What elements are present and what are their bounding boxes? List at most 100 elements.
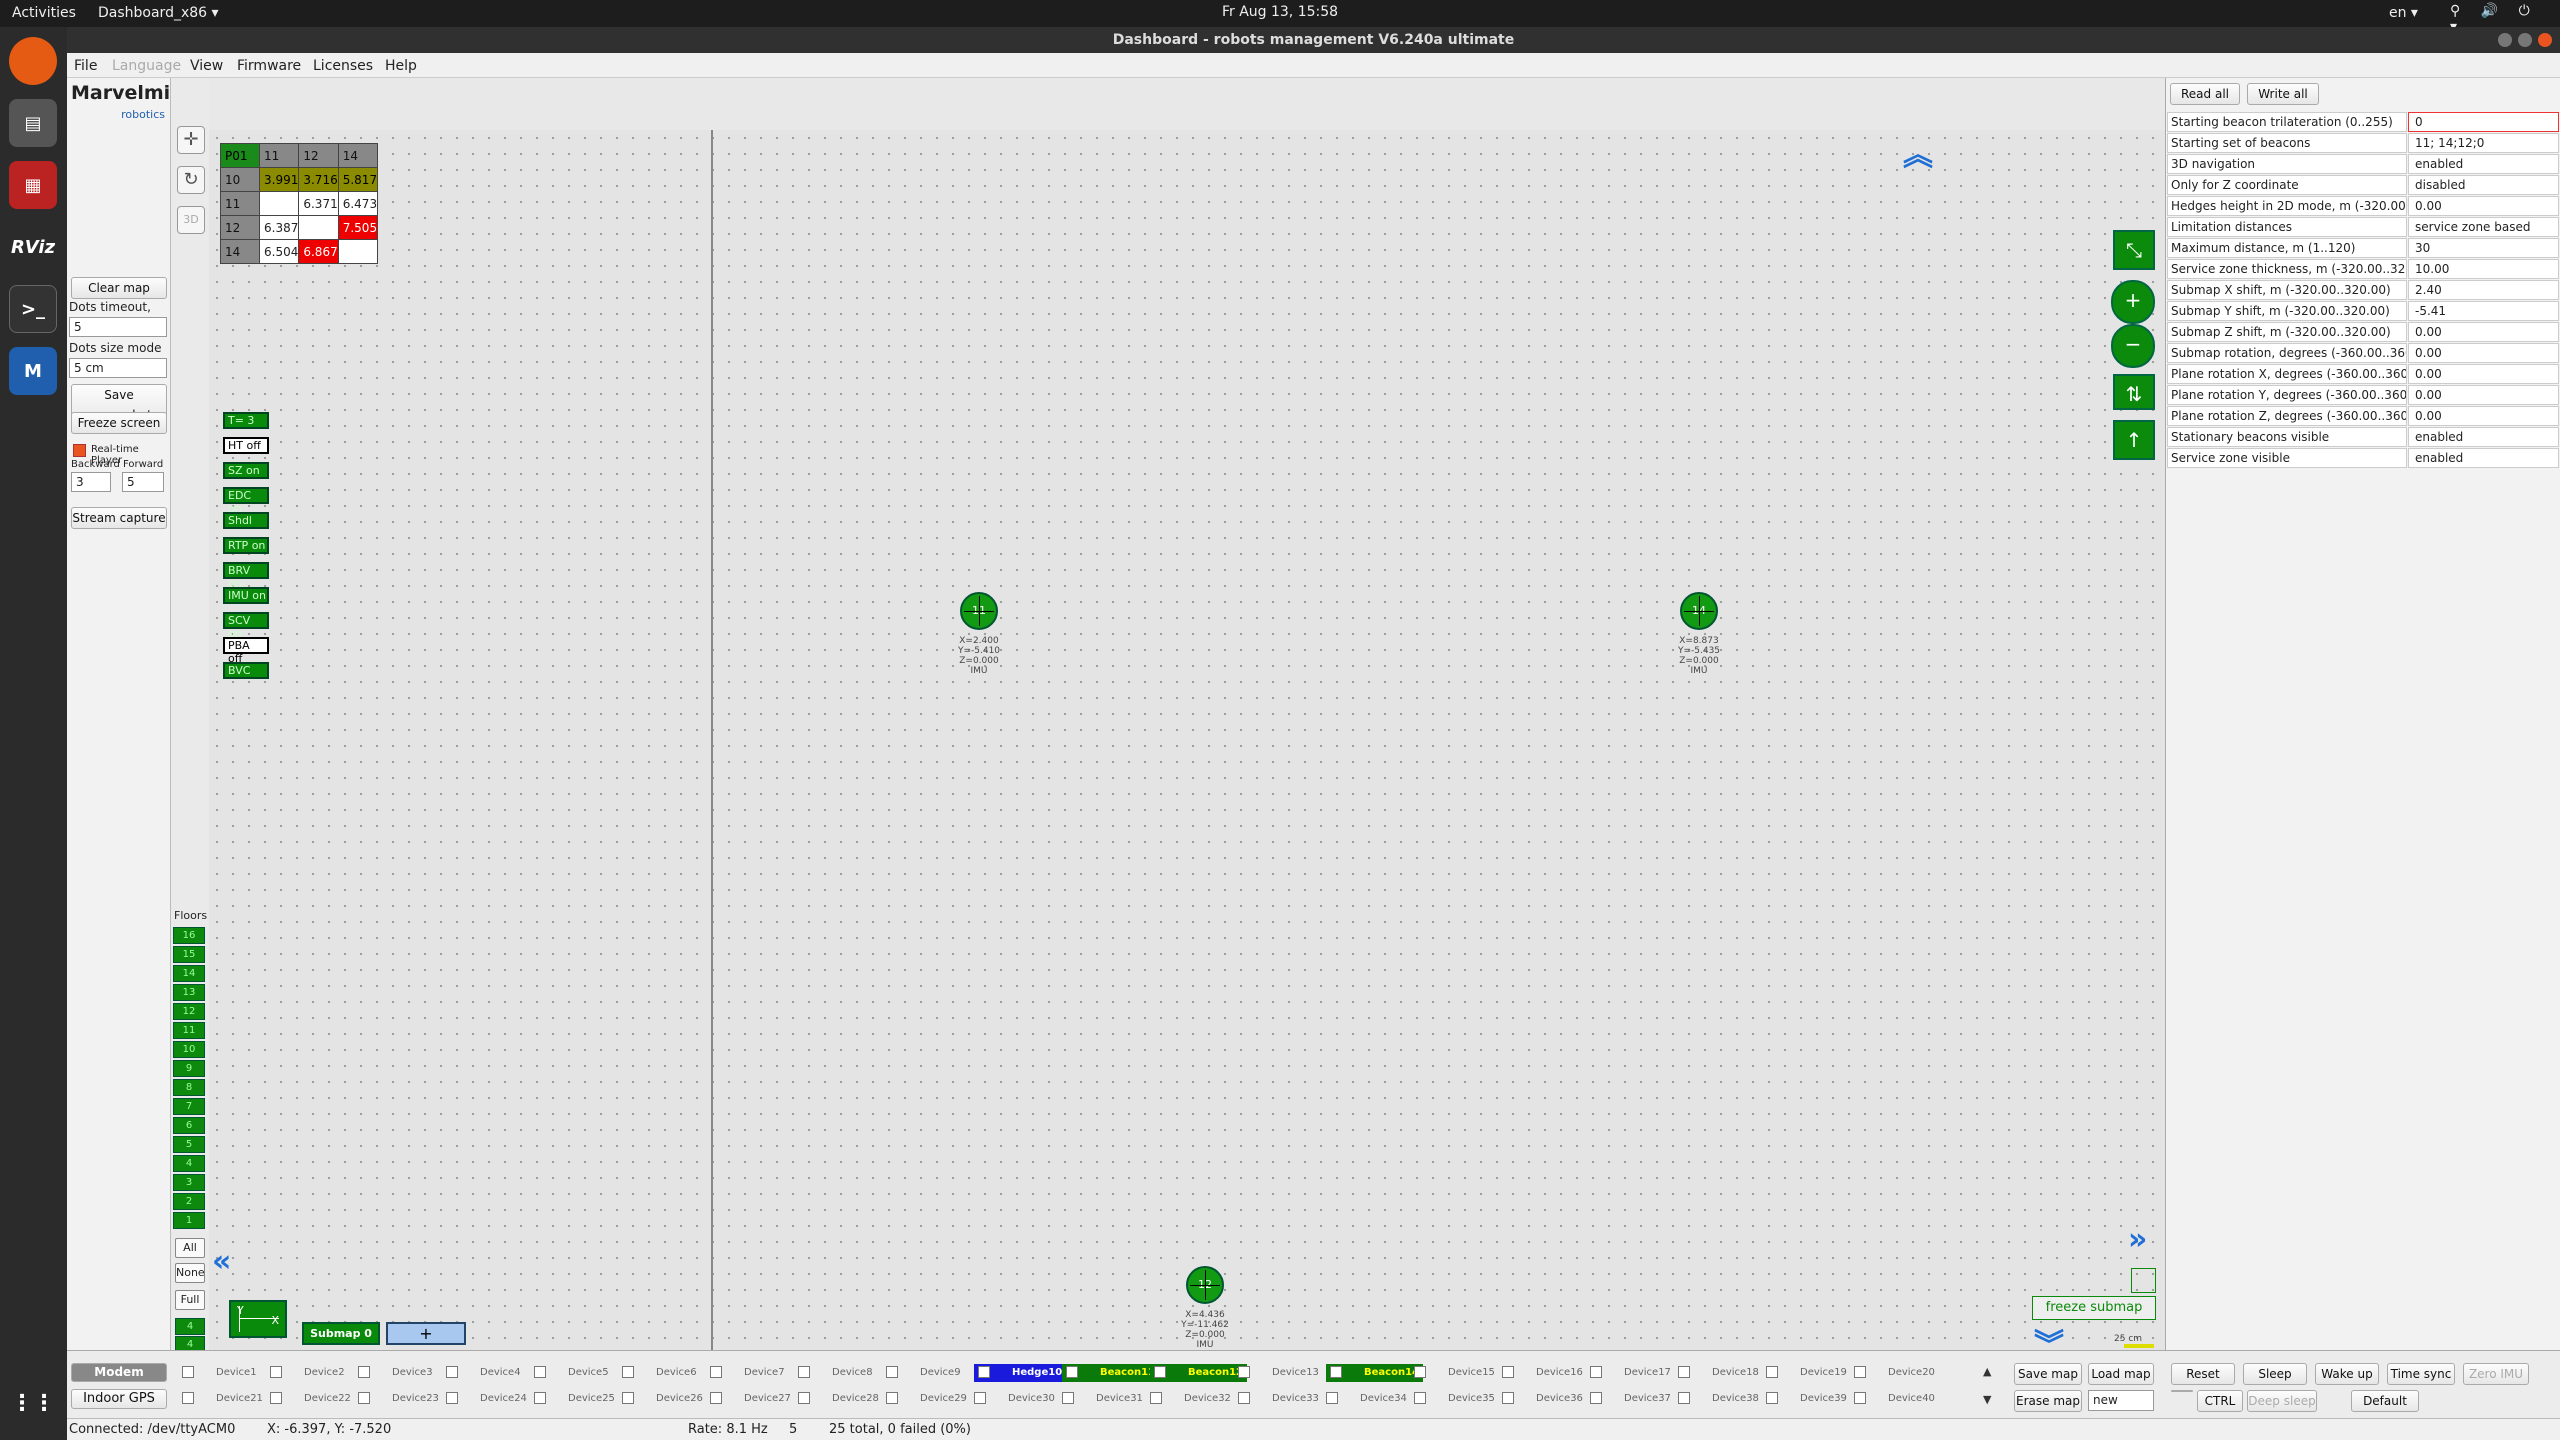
map-canvas[interactable] [209,130,2165,1350]
firefox-icon[interactable] [9,37,57,85]
device-slot[interactable]: Beacon14 [1326,1364,1423,1382]
clear-map-button[interactable]: Clear map [71,277,167,299]
device-slot[interactable]: Device27 [710,1390,791,1408]
device-slot[interactable]: Device32 [1150,1390,1231,1408]
device-checkbox[interactable] [1590,1392,1602,1404]
realtime-player-checkbox[interactable] [73,444,86,457]
parameter-value[interactable]: enabled [2408,448,2559,468]
device-checkbox[interactable] [1066,1366,1078,1378]
device-checkbox[interactable] [1414,1366,1426,1378]
parameter-value[interactable]: enabled [2408,427,2559,447]
device-checkbox[interactable] [1678,1392,1690,1404]
floor-button[interactable]: 14 [173,965,205,982]
rotate-tool-icon[interactable]: ↻ [177,166,205,194]
device-slot[interactable]: Device23 [358,1390,439,1408]
submap-frame-icon[interactable] [2131,1268,2156,1293]
status-tag[interactable]: BRV on [223,562,269,590]
device-checkbox[interactable] [1766,1366,1778,1378]
floors-full-button[interactable]: Full [175,1290,205,1310]
device-checkbox[interactable] [1502,1366,1514,1378]
stream-capture-button[interactable]: Stream capture [71,507,167,529]
device-checkbox[interactable] [622,1392,634,1404]
status-tag[interactable]: PBA off [223,637,269,665]
zoom-in-icon[interactable]: + [2111,280,2155,324]
device-checkbox[interactable] [1062,1392,1074,1404]
device-checkbox[interactable] [1590,1366,1602,1378]
ctrl-button[interactable]: CTRL [2197,1390,2243,1412]
device-checkbox[interactable] [1326,1392,1338,1404]
ctrl-checkbox[interactable] [2171,1390,2193,1392]
parameter-value[interactable]: 0.00 [2408,406,2559,426]
floors-none-button[interactable]: None [175,1263,205,1283]
dots-timeout-input[interactable]: 5 [69,317,167,337]
floor-button[interactable]: 5 [173,1136,205,1153]
parameter-value[interactable]: 0.00 [2408,385,2559,405]
parameter-value[interactable]: disabled [2408,175,2559,195]
minimize-icon[interactable] [2498,33,2512,47]
device-checkbox[interactable] [798,1366,810,1378]
parameter-value[interactable]: 0.00 [2408,343,2559,363]
parameter-value[interactable]: 0 [2408,112,2559,132]
device-slot[interactable]: Beacon12 [1150,1364,1247,1382]
monitor-icon[interactable]: ▦ [9,161,57,209]
device-checkbox[interactable] [446,1366,458,1378]
device-checkbox[interactable] [1238,1392,1250,1404]
parameter-value[interactable]: enabled [2408,154,2559,174]
device-slot[interactable]: Device39 [1766,1390,1847,1408]
freeze-submap-button[interactable]: freeze submap [2032,1296,2156,1320]
device-slot[interactable]: Device16 [1502,1364,1583,1382]
axis-indicator-icon[interactable]: YX [229,1300,287,1338]
move-tool-icon[interactable]: ✛ [177,126,205,154]
device-slot[interactable]: Device20 [1854,1364,1935,1382]
reset-button[interactable]: Reset [2171,1363,2235,1385]
device-checkbox[interactable] [182,1392,194,1404]
device-checkbox[interactable] [270,1366,282,1378]
status-tag[interactable]: SCV on [223,612,269,640]
device-checkbox[interactable] [1150,1392,1162,1404]
status-tag[interactable]: BVC [223,662,269,679]
activities-button[interactable]: Activities [12,5,76,21]
device-slot[interactable]: Device15 [1414,1364,1495,1382]
device-checkbox[interactable] [622,1366,634,1378]
device-slot[interactable]: Device25 [534,1390,615,1408]
forward-input[interactable]: 5 [122,472,164,492]
floor-button[interactable]: 11 [173,1022,205,1039]
device-slot[interactable]: Device6 [622,1364,697,1382]
menu-file[interactable]: File [74,58,97,74]
floor-button[interactable]: 15 [173,946,205,963]
menu-help[interactable]: Help [385,58,417,74]
device-checkbox[interactable] [446,1392,458,1404]
floor-button[interactable]: 10 [173,1041,205,1058]
status-tag[interactable]: SZ on [223,462,269,479]
device-slot[interactable]: Device22 [270,1390,351,1408]
device-slot[interactable]: Device36 [1502,1390,1583,1408]
device-slot[interactable]: Device1 [182,1364,257,1382]
floor-button[interactable]: 16 [173,927,205,944]
parameter-value[interactable]: 10.00 [2408,259,2559,279]
floor-button[interactable]: 8 [173,1079,205,1096]
device-checkbox[interactable] [886,1392,898,1404]
floor-button[interactable]: 3 [173,1174,205,1191]
device-slot[interactable]: Device31 [1062,1390,1143,1408]
freeze-screen-button[interactable]: Freeze screen [71,412,167,434]
scroll-left-icon[interactable]: « [212,1244,231,1279]
device-checkbox[interactable] [534,1366,546,1378]
scroll-right-icon[interactable]: » [2128,1222,2147,1257]
device-checkbox[interactable] [886,1366,898,1378]
device-slot[interactable]: Device29 [886,1390,967,1408]
device-slot[interactable]: Device28 [798,1390,879,1408]
device-slot[interactable]: Device17 [1590,1364,1671,1382]
device-checkbox[interactable] [534,1392,546,1404]
language-indicator[interactable]: en ▾ [2389,5,2418,21]
device-slot[interactable]: Device9 [886,1364,961,1382]
device-slot[interactable]: Device4 [446,1364,521,1382]
north-up-icon[interactable]: ↑ [2113,420,2155,460]
flip-view-icon[interactable]: ⇅ [2113,374,2155,410]
device-checkbox[interactable] [358,1392,370,1404]
device-slot[interactable]: Device26 [622,1390,703,1408]
status-tag[interactable]: T= 3 [223,412,269,429]
device-checkbox[interactable] [1678,1366,1690,1378]
save-map-button[interactable]: Save map [2014,1363,2082,1385]
device-checkbox[interactable] [710,1366,722,1378]
floor-button[interactable]: 6 [173,1117,205,1134]
